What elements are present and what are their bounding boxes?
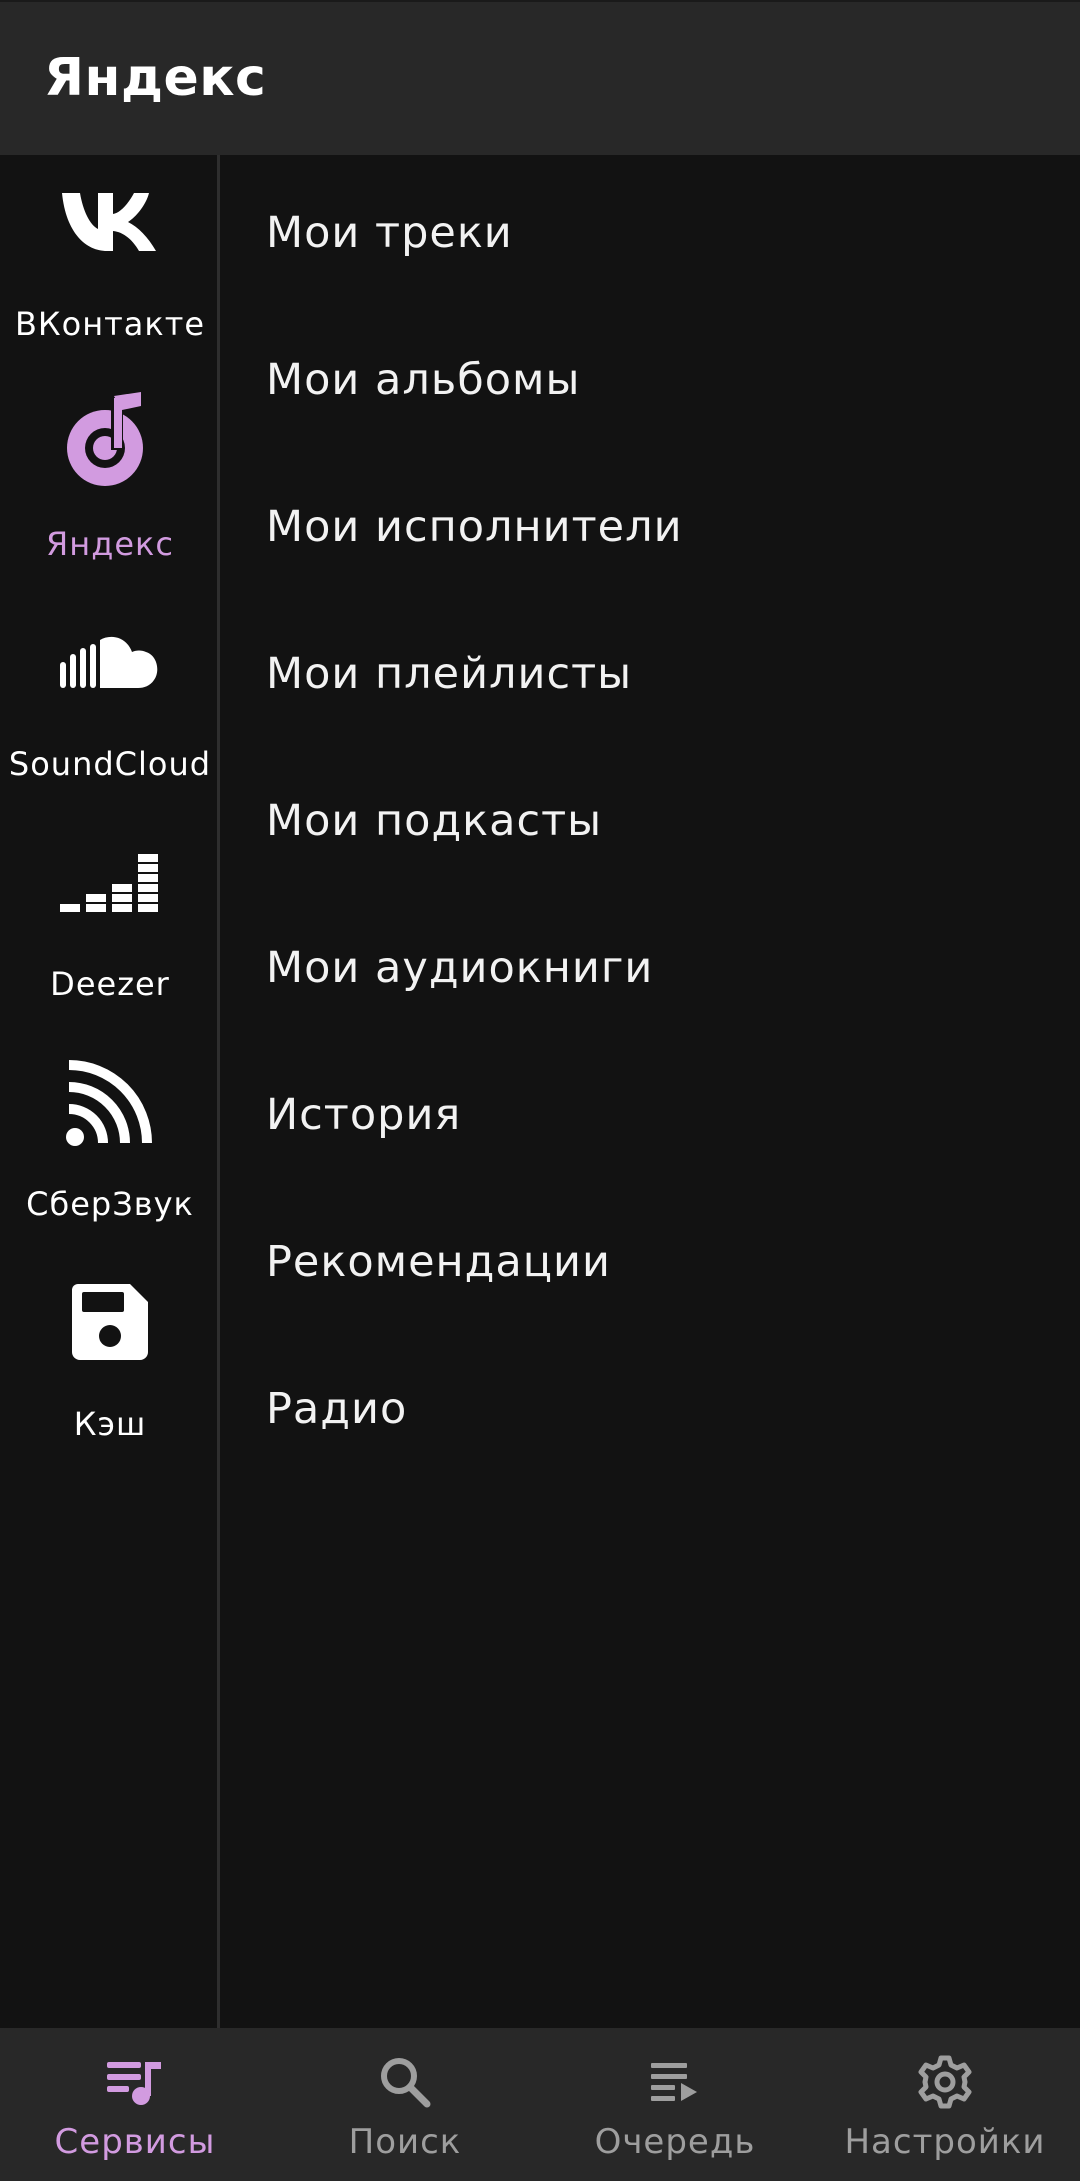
sidebar-item-label: Яндекс	[46, 525, 174, 563]
bottom-navigation: Сервисы Поиск Очередь Настройки	[0, 2028, 1080, 2181]
queue-icon	[643, 2050, 707, 2114]
page-title: Яндекс	[44, 48, 267, 108]
equalizer-icon	[55, 837, 165, 927]
menu-item-my-playlists[interactable]: Мои плейлисты	[266, 600, 1046, 747]
sidebar-item-yandex[interactable]: Яндекс	[0, 375, 220, 575]
sidebar-item-label: SoundCloud	[8, 745, 212, 783]
menu-item-radio[interactable]: Радио	[266, 1335, 1046, 1482]
nav-queue[interactable]: Очередь	[540, 2028, 810, 2181]
yandex-menu-list: Мои треки Мои альбомы Мои исполнители Мо…	[223, 155, 1080, 2028]
save-disk-icon	[55, 1277, 165, 1367]
vk-logo-icon	[55, 177, 165, 267]
nav-settings[interactable]: Настройки	[810, 2028, 1080, 2181]
menu-item-history[interactable]: История	[266, 1041, 1046, 1188]
sidebar-item-deezer[interactable]: Deezer	[0, 815, 220, 1015]
music-note-icon	[55, 392, 165, 487]
sidebar-item-cache[interactable]: Кэш	[0, 1255, 220, 1455]
gear-icon	[913, 2050, 977, 2114]
menu-item-my-podcasts[interactable]: Мои подкасты	[266, 747, 1046, 894]
sidebar-item-label: ВКонтакте	[14, 305, 206, 343]
nav-label: Поиск	[348, 2122, 462, 2162]
sidebar-item-sberzvuk[interactable]: СберЗвук	[0, 1035, 220, 1235]
menu-item-recommendations[interactable]: Рекомендации	[266, 1188, 1046, 1335]
broadcast-icon	[55, 1057, 165, 1147]
nav-search[interactable]: Поиск	[270, 2028, 540, 2181]
sidebar-item-label: СберЗвук	[26, 1185, 194, 1223]
menu-item-my-audiobooks[interactable]: Мои аудиокниги	[266, 894, 1046, 1041]
app-root: Яндекс ВКонтакте Яндекс SoundCloud Deeze…	[0, 0, 1080, 2181]
menu-item-my-artists[interactable]: Мои исполнители	[266, 453, 1046, 600]
nav-services[interactable]: Сервисы	[0, 2028, 270, 2181]
library-music-icon	[103, 2050, 167, 2114]
sidebar-item-label: Кэш	[73, 1405, 147, 1443]
sidebar-item-label: Deezer	[50, 965, 170, 1003]
app-header: Яндекс	[0, 0, 1080, 155]
nav-label: Очередь	[594, 2122, 756, 2162]
sidebar-item-vkontakte[interactable]: ВКонтакте	[0, 155, 220, 355]
soundcloud-logo-icon	[55, 617, 165, 707]
menu-item-my-albums[interactable]: Мои альбомы	[266, 306, 1046, 453]
services-sidebar: ВКонтакте Яндекс SoundCloud Deezer СберЗ…	[0, 155, 220, 2028]
menu-item-my-tracks[interactable]: Мои треки	[266, 159, 1046, 306]
search-icon	[373, 2050, 437, 2114]
nav-label: Сервисы	[54, 2122, 216, 2162]
nav-label: Настройки	[844, 2122, 1046, 2162]
sidebar-item-soundcloud[interactable]: SoundCloud	[0, 595, 220, 795]
